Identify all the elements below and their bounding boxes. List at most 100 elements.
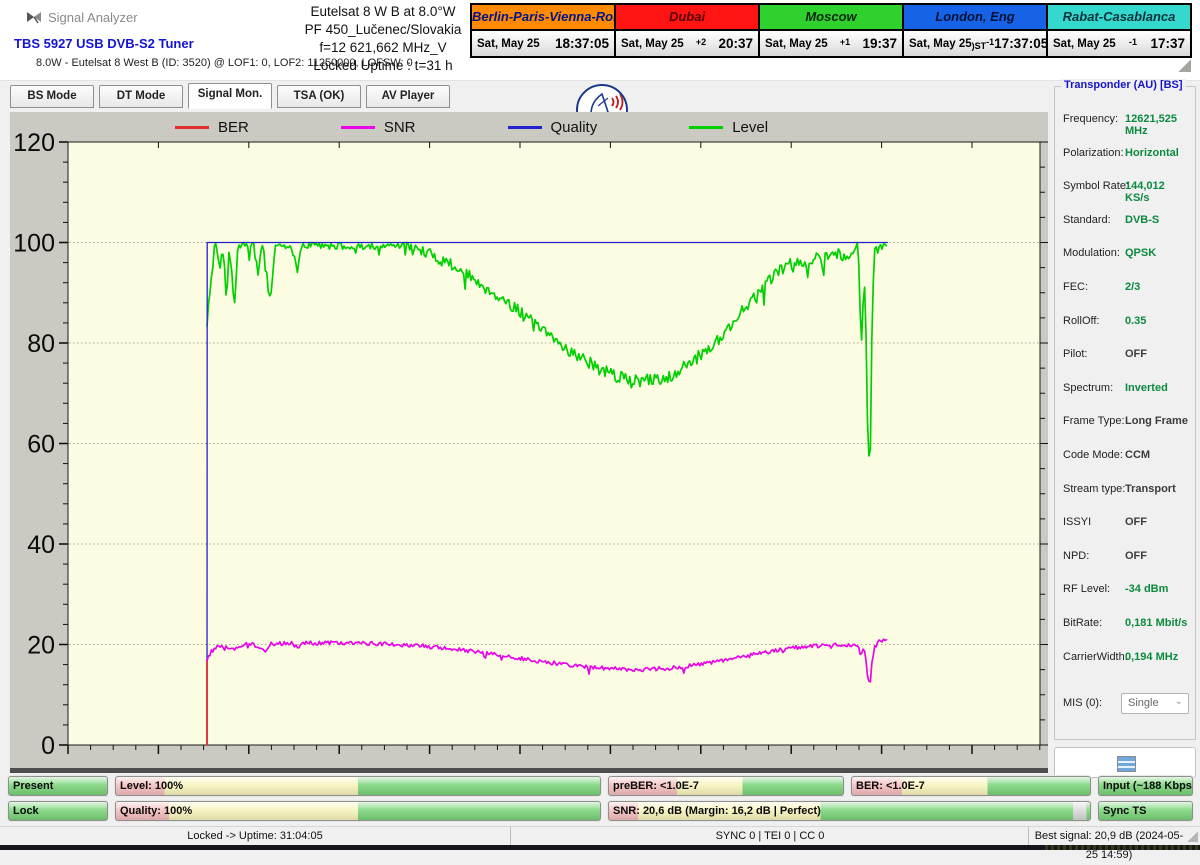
clock-time-row: Sat, May 25+220:37 — [616, 31, 758, 56]
clock-resize-grip[interactable] — [1177, 58, 1191, 72]
row-value: DVB-S — [1125, 214, 1159, 226]
signal-chart: BERSNRQualityLevel 020406080100120 — [10, 112, 1048, 768]
clock-rabat-casablanca: Rabat-CasablancaSat, May 25-117:37 — [1046, 3, 1192, 58]
row-value: QPSK — [1125, 247, 1156, 259]
clock-time: 17:37 — [1150, 36, 1185, 51]
clock-city-label: Moscow — [760, 5, 902, 31]
row-value: Horizontal — [1125, 147, 1179, 159]
row-label: Frequency: — [1063, 113, 1118, 125]
transponder-row: Modulation: QPSK — [1063, 239, 1191, 273]
row-label: BitRate: — [1063, 617, 1102, 629]
svg-text:0: 0 — [41, 732, 55, 760]
clock-time-row: Sat, May 25)ST-117:37:05 — [904, 31, 1046, 56]
clock-date: Sat, May 25 — [621, 38, 684, 50]
transponder-row: Frequency: 12621,525 MHz — [1063, 105, 1191, 139]
tab-signal-mon-[interactable]: Signal Mon. — [188, 83, 272, 109]
row-value: 144,012 KS/s — [1125, 180, 1191, 204]
clock-time-row: Sat, May 25-117:37 — [1048, 31, 1190, 56]
row-value: 12621,525 MHz — [1125, 113, 1191, 137]
clock-city-label: Dubai — [616, 5, 758, 31]
clock-berlin-paris-vienna-roma: Berlin-Paris-Vienna-RomaSat, May 2518:37… — [470, 3, 616, 58]
feed-site: PF 450_Lučenec/Slovakia — [288, 21, 478, 39]
clock-date: Sat, May 25 — [909, 38, 972, 50]
clock-utc-offset: -1 — [1116, 37, 1151, 51]
transponder-row: Symbol Rate:144,012 KS/s — [1063, 172, 1191, 206]
mis-row: MIS (0): Single ⌄ — [1063, 693, 1191, 715]
row-label: Modulation: — [1063, 247, 1120, 259]
transponder-row: Frame Type:Long Frame — [1063, 407, 1191, 441]
row-value: 0.35 — [1125, 315, 1146, 327]
svg-text:120: 120 — [13, 129, 55, 157]
feed-frequency: f=12 621,662 MHz_V — [288, 39, 478, 57]
row-label: Symbol Rate: — [1063, 180, 1129, 192]
status-uptime: Locked -> Uptime: 31:04:05 — [0, 827, 510, 846]
transponder-row: BitRate:0,181 Mbit/s — [1063, 609, 1191, 643]
window-resize-grip[interactable] — [1186, 830, 1198, 842]
row-label: Frame Type: — [1063, 415, 1125, 427]
row-value: OFF — [1125, 550, 1147, 562]
transponder-row: RF Level: -34 dBm — [1063, 575, 1191, 609]
snr-meter: SNR: 20,6 dB (Margin: 16,2 dB | Perfect) — [608, 801, 1091, 821]
feed-uptime: Locked Uptime : t=31 h — [288, 57, 478, 75]
svg-text:20: 20 — [27, 632, 55, 660]
svg-text:80: 80 — [27, 330, 55, 358]
taskbar-edge — [0, 845, 1200, 850]
list-icon — [1117, 756, 1136, 772]
transponder-row: Polarization:Horizontal — [1063, 139, 1191, 173]
svg-text:60: 60 — [27, 431, 55, 459]
clock-utc-offset: +1 — [828, 37, 863, 51]
tab-av-player[interactable]: AV Player — [366, 85, 450, 108]
lock-indicator: Lock — [8, 801, 108, 821]
feed-info: Eutelsat 8 W B at 8.0°W PF 450_Lučenec/S… — [288, 3, 478, 75]
taskbar-edge-noise — [1045, 845, 1200, 850]
ts-list-button[interactable] — [1054, 747, 1196, 778]
clock-date: Sat, May 25 — [477, 38, 540, 50]
row-value: 2/3 — [1125, 281, 1140, 293]
chart-plot: 020406080100120 — [10, 112, 1048, 768]
row-label: Spectrum: — [1063, 382, 1113, 394]
app-icon — [26, 9, 42, 25]
row-label: RF Level: — [1063, 583, 1110, 595]
status-counters: SYNC 0 | TEI 0 | CC 0 — [510, 827, 1029, 846]
transponder-row: CarrierWidth:0,194 MHz — [1063, 643, 1191, 677]
clock-city-label: Rabat-Casablanca — [1048, 5, 1190, 31]
world-clocks: Berlin-Paris-Vienna-RomaSat, May 2518:37… — [470, 3, 1192, 58]
svg-text:40: 40 — [27, 531, 55, 559]
row-label: Pilot: — [1063, 348, 1087, 360]
present-indicator: Present — [8, 776, 108, 796]
transponder-row: FEC: 2/3 — [1063, 273, 1191, 307]
transponder-row: Code Mode:CCM — [1063, 441, 1191, 475]
chart-bottom-shadow — [10, 768, 1048, 773]
status-bar: Locked -> Uptime: 31:04:05 SYNC 0 | TEI … — [0, 826, 1200, 846]
tab-bs-mode[interactable]: BS Mode — [10, 85, 94, 108]
row-value: -34 dBm — [1125, 583, 1168, 595]
level-meter: Level: 100% — [115, 776, 601, 796]
clock-time: 17:37:05 — [994, 36, 1048, 51]
tab-bar: BS ModeDT ModeSignal Mon.TSA (OK)AV Play… — [10, 85, 450, 109]
mis-label: MIS (0): — [1063, 697, 1102, 709]
tab-tsa-ok-[interactable]: TSA (OK) — [277, 85, 361, 108]
row-label: FEC: — [1063, 281, 1088, 293]
clock-time-row: Sat, May 25+119:37 — [760, 31, 902, 56]
tuner-name: TBS 5927 USB DVB-S2 Tuner — [14, 36, 194, 51]
transponder-panel-title: Transponder (AU) [BS] — [1061, 79, 1186, 91]
mis-select[interactable]: Single ⌄ — [1121, 693, 1189, 714]
transponder-rows: Frequency: 12621,525 MHzPolarization:Hori… — [1063, 105, 1191, 676]
tab-dt-mode[interactable]: DT Mode — [99, 85, 183, 108]
feed-satellite: Eutelsat 8 W B at 8.0°W — [288, 3, 478, 21]
row-label: RollOff: — [1063, 315, 1099, 327]
quality-meter: Quality: 100% — [115, 801, 601, 821]
clock-date: Sat, May 25 — [1053, 38, 1116, 50]
transponder-row: Standard:DVB-S — [1063, 206, 1191, 240]
clock-city-label: Berlin-Paris-Vienna-Roma — [472, 5, 614, 31]
clock-utc-offset: +2 — [684, 37, 719, 51]
row-label: Polarization: — [1063, 147, 1124, 159]
clock-time-row: Sat, May 2518:37:05 — [472, 31, 614, 56]
window-title: Signal Analyzer — [48, 10, 138, 25]
row-label: Code Mode: — [1063, 449, 1123, 461]
status-best-signal: Best signal: 20,9 dB (2024-05-25 14:59) — [1028, 827, 1189, 846]
row-value: OFF — [1125, 516, 1147, 528]
clock-time: 19:37 — [862, 36, 897, 51]
row-value: Transport — [1125, 483, 1176, 495]
clock-moscow: MoscowSat, May 25+119:37 — [758, 3, 904, 58]
